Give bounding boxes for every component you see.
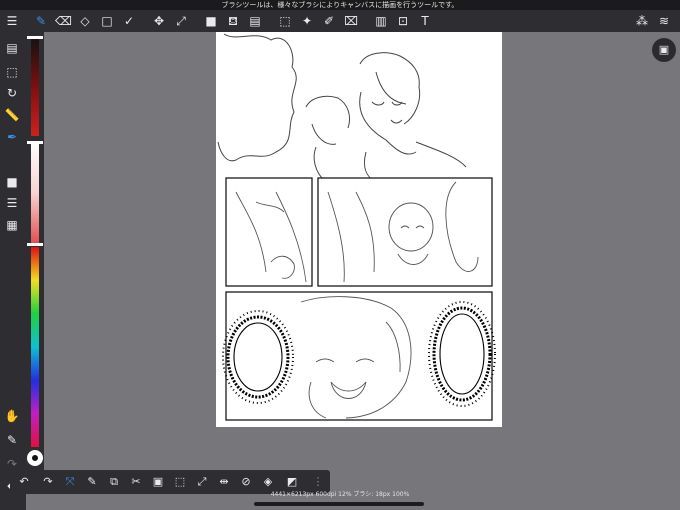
cut-icon[interactable]: ✂ [128, 474, 144, 490]
select-pen-icon[interactable]: ✐ [321, 13, 337, 29]
hue-handle[interactable] [27, 243, 43, 246]
status-text: 4441×6213px 600dpi 12% ブラシ: 18px 100% [270, 491, 410, 498]
pages-icon[interactable]: ▤ [4, 40, 20, 56]
move-tool-icon[interactable]: ✥ [151, 13, 167, 29]
top-toolbar: ☰ ✎ ⌫ ◇ □ ✓ ✥ ⤢ ■ ⛾ ▤ ⬚ ✦ ✐ ⌧ ▥ ⊡ T ⁂ ≋ [0, 10, 680, 32]
home-indicator[interactable] [254, 502, 424, 506]
stroke-icon[interactable]: ◩ [284, 474, 300, 490]
eyedropper-icon[interactable]: ✒ [4, 129, 20, 145]
current-color-icon[interactable] [27, 450, 43, 466]
bucket-tool-icon[interactable]: ⛾ [225, 13, 241, 29]
brightness-strip[interactable] [31, 36, 39, 136]
brightness-handle[interactable] [27, 36, 43, 39]
materials-icon[interactable]: ⁂ [634, 13, 650, 29]
hue-strip[interactable] [31, 247, 39, 447]
hand-icon[interactable]: ✋ [4, 408, 20, 424]
more-icon[interactable]: ⋮ [310, 474, 326, 490]
selection-layer-icon[interactable]: ⬚ [4, 64, 20, 80]
rotate-icon[interactable]: ↻ [4, 85, 20, 101]
saturation-handle[interactable] [27, 141, 43, 144]
undo-icon[interactable]: ↶ [16, 474, 32, 490]
select-pen-icon[interactable]: ✎ [84, 474, 100, 490]
brush-size-icon[interactable]: ☰ [4, 195, 20, 211]
menu-icon[interactable]: ☰ [4, 13, 20, 29]
manga-sketch-drawing [217, 33, 496, 421]
canvas-page[interactable] [216, 32, 502, 427]
color-slider-panel [26, 32, 44, 474]
gradient-tool-icon[interactable]: ▤ [247, 13, 263, 29]
paste-icon[interactable]: ▣ [150, 474, 166, 490]
text-tool-icon[interactable]: T [417, 13, 433, 29]
transform-select-icon[interactable]: ⤧ [62, 474, 78, 490]
flip-icon[interactable]: ⇹ [216, 474, 232, 490]
eraser-tool-icon[interactable]: ⌫ [55, 13, 72, 29]
opacity-icon[interactable]: ▦ [4, 217, 20, 233]
color-swatch-icon[interactable]: ■ [4, 174, 20, 190]
rectangle-tool-icon[interactable]: □ [99, 13, 115, 29]
select-eraser-icon[interactable]: ⌧ [343, 13, 359, 29]
brush-tool-icon[interactable]: ✎ [33, 13, 49, 29]
status-bar: 4441×6213px 600dpi 12% ブラシ: 18px 100% [270, 490, 410, 500]
pen-icon[interactable]: ✎ [4, 432, 20, 448]
magic-wand-icon[interactable]: ✦ [299, 13, 315, 29]
fill-selection-icon[interactable]: ◈ [260, 474, 276, 490]
blur-tool-icon[interactable]: ◇ [77, 13, 93, 29]
panel-2 [225, 177, 313, 287]
select-all-icon[interactable]: ⬚ [172, 474, 188, 490]
crop-icon[interactable]: ⊡ [395, 13, 411, 29]
transform-icon[interactable]: ⤢ [194, 474, 210, 490]
ruler-icon[interactable]: 📏 [4, 107, 20, 123]
left-toolbar: ▤ ⬚ ↻ 📏 ✒ ■ ☰ ▦ ✋ ✎ ↷ ⬅ [0, 32, 26, 510]
hint-bar: ブラシツールは、様々なブラシによりキャンバスに描画を行うツールです。 [0, 0, 680, 10]
lasso-select-icon[interactable]: ⬚ [277, 13, 293, 29]
deselect-icon[interactable]: ⊘ [238, 474, 254, 490]
layers-icon[interactable]: ≋ [656, 13, 672, 29]
check-select-tool-icon[interactable]: ✓ [121, 13, 137, 29]
hint-text: ブラシツールは、様々なブラシによりキャンバスに描画を行うツールです。 [221, 1, 459, 9]
copy-icon[interactable]: ⧉ [106, 474, 122, 490]
transform-tool-icon[interactable]: ⤢ [173, 13, 189, 29]
frame-divide-icon[interactable]: ▥ [373, 13, 389, 29]
navigator-icon[interactable]: ▣ [652, 38, 676, 62]
redo-icon[interactable]: ↷ [40, 474, 56, 490]
saturation-strip[interactable] [31, 141, 39, 243]
fill-swatch-icon[interactable]: ■ [203, 13, 219, 29]
